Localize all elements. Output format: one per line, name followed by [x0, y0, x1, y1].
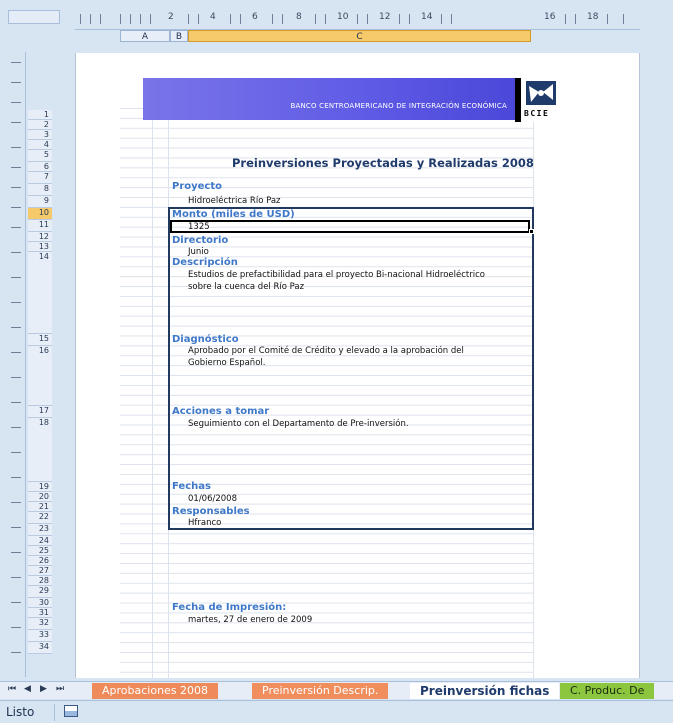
prev-sheet-icon[interactable]: ◀	[24, 684, 31, 694]
select-all-corner[interactable]	[8, 10, 60, 24]
header-banner: BANCO CENTROAMERICANO DE INTEGRACIÓN ECO…	[143, 78, 515, 120]
row-header[interactable]: 28	[28, 576, 52, 586]
ruler-number: 4	[210, 12, 216, 22]
next-sheet-icon[interactable]: ▶	[40, 684, 47, 694]
row-header[interactable]: 12	[28, 232, 52, 242]
row-header[interactable]: 2	[28, 120, 52, 130]
label-proyecto: Proyecto	[172, 181, 223, 192]
value-proyecto[interactable]: Hidroeléctrica Río Paz	[188, 196, 281, 206]
row-header[interactable]: 11	[28, 220, 52, 232]
label-descripcion: Descripción	[172, 257, 238, 268]
value-directorio[interactable]: Junio	[188, 247, 209, 257]
label-fecha-impresion: Fecha de Impresión:	[172, 602, 287, 613]
tab-c-produc[interactable]: C. Produc. De	[560, 683, 655, 699]
project-card	[168, 207, 534, 530]
active-cell[interactable]	[170, 220, 530, 233]
logo-text: BCIE	[524, 109, 550, 118]
row-header[interactable]: 6	[28, 162, 52, 172]
row-header[interactable]: 1	[28, 110, 52, 120]
row-header[interactable]: 18	[28, 418, 52, 482]
row-header[interactable]: 21	[28, 502, 52, 512]
ruler-number: 6	[252, 12, 258, 22]
first-sheet-icon[interactable]: ⏮	[8, 684, 16, 694]
grid-line	[152, 108, 153, 678]
column-headers: A B C	[120, 30, 673, 42]
ruler-number: 18	[587, 12, 599, 22]
fill-handle[interactable]	[529, 229, 534, 234]
row-header[interactable]: 9	[28, 196, 52, 208]
row-header[interactable]: 33	[28, 630, 52, 642]
ruler-number: 8	[296, 12, 302, 22]
row-header[interactable]: 17	[28, 406, 52, 418]
last-sheet-icon[interactable]: ⏭	[56, 684, 64, 694]
bcie-logo: BCIE	[515, 78, 561, 122]
row-header[interactable]: 7	[28, 172, 52, 184]
column-header-c[interactable]: C	[188, 30, 531, 42]
row-header[interactable]: 20	[28, 492, 52, 502]
row-header[interactable]: 26	[28, 556, 52, 566]
row-header[interactable]: 25	[28, 546, 52, 556]
vertical-ruler	[8, 52, 26, 677]
row-header[interactable]: 23	[28, 524, 52, 536]
column-header-b[interactable]: B	[170, 30, 188, 42]
tab-preinversion-fichas[interactable]: Preinversión fichas	[410, 683, 560, 699]
value-descripcion-line1[interactable]: Estudios de prefactibilidad para el proy…	[188, 270, 485, 280]
row-header[interactable]: 31	[28, 608, 52, 618]
row-header[interactable]: 5	[28, 150, 52, 162]
macro-record-icon[interactable]	[64, 705, 78, 717]
row-header[interactable]: 27	[28, 566, 52, 576]
label-responsables: Responsables	[172, 506, 250, 517]
status-divider	[54, 704, 55, 721]
value-diagnostico-line1[interactable]: Aprobado por el Comité de Crédito y elev…	[188, 346, 464, 356]
ruler-number: 10	[337, 12, 349, 22]
row-header[interactable]: 29	[28, 586, 52, 598]
row-header[interactable]: 22	[28, 512, 52, 524]
sheet-tab-bar: ⏮ ◀ ▶ ⏭ Aprobaciones 2008 Preinversión D…	[0, 681, 673, 699]
value-fecha-impresion[interactable]: martes, 27 de enero de 2009	[188, 615, 312, 625]
tab-preinversion-descrip[interactable]: Preinversión Descrip.	[252, 683, 389, 699]
banner-text: BANCO CENTROAMERICANO DE INTEGRACIÓN ECO…	[290, 102, 507, 110]
logo-bar	[515, 78, 521, 122]
ruler-number: 16	[544, 12, 556, 22]
row-header[interactable]: 32	[28, 618, 52, 630]
row-header[interactable]: 14	[28, 252, 52, 334]
status-text: Listo	[6, 705, 35, 719]
label-monto: Monto (miles de USD)	[172, 209, 295, 220]
row-header[interactable]: 8	[28, 184, 52, 196]
horizontal-ruler: 2 4 6 8 10 12 14 16 18	[75, 10, 640, 30]
row-header[interactable]: 24	[28, 536, 52, 546]
row-header[interactable]: 15	[28, 334, 52, 346]
ruler-number: 2	[168, 12, 174, 22]
page-title: Preinversiones Proyectadas y Realizadas …	[232, 156, 534, 170]
tab-aprobaciones-2008[interactable]: Aprobaciones 2008	[92, 683, 219, 699]
column-header-a[interactable]: A	[120, 30, 170, 42]
value-descripcion-line2[interactable]: sobre la cuenca del Río Paz	[188, 282, 304, 292]
row-header[interactable]: 16	[28, 346, 52, 406]
label-diagnostico: Diagnóstico	[172, 334, 239, 345]
row-header[interactable]: 30	[28, 598, 52, 608]
value-diagnostico-line2[interactable]: Gobierno Español.	[188, 358, 265, 368]
row-header[interactable]: 34	[28, 642, 52, 654]
row-header-selected[interactable]: 10	[28, 208, 52, 220]
value-responsables[interactable]: Hfranco	[188, 518, 221, 528]
value-fechas[interactable]: 01/06/2008	[188, 494, 237, 504]
label-fechas: Fechas	[172, 481, 211, 492]
label-acciones: Acciones a tomar	[172, 406, 270, 417]
ruler-number: 14	[421, 12, 433, 22]
row-header[interactable]: 3	[28, 130, 52, 140]
row-headers: 1 2 3 4 5 6 7 8 9 10 11 12 13 14 15 16 1…	[28, 110, 52, 680]
ruler-bar: 2 4 6 8 10 12 14 16 18 A B C	[0, 0, 673, 42]
row-header[interactable]: 13	[28, 242, 52, 252]
status-bar: Listo	[0, 700, 673, 723]
value-acciones[interactable]: Seguimiento con el Departamento de Pre-i…	[188, 419, 409, 429]
bcie-emblem-icon	[526, 81, 556, 105]
ruler-number: 12	[379, 12, 391, 22]
label-directorio: Directorio	[172, 235, 229, 246]
row-header[interactable]: 19	[28, 482, 52, 492]
value-monto[interactable]: 1325	[188, 222, 210, 232]
row-header[interactable]: 4	[28, 140, 52, 150]
